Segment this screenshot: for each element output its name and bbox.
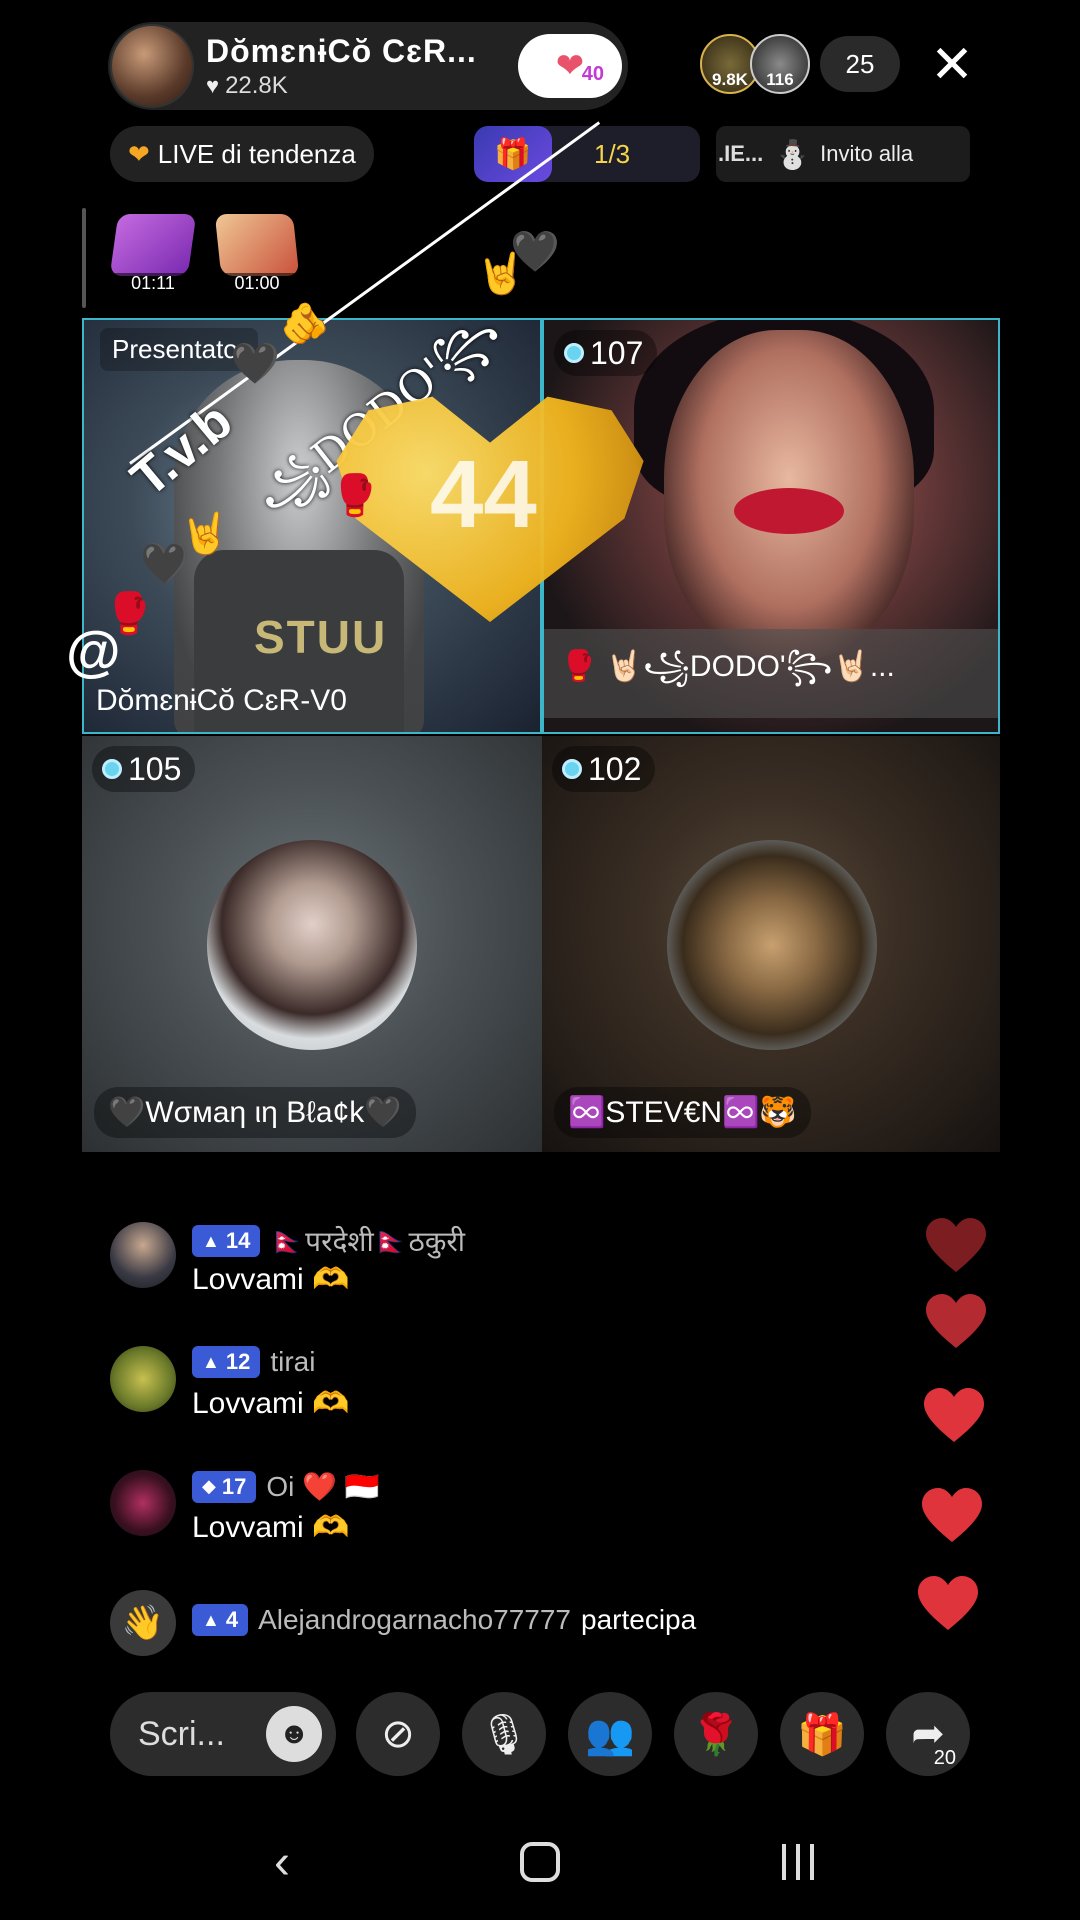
comment-text: Lovvami 🫶 (192, 1387, 350, 1420)
comment-avatar[interactable] (110, 1346, 176, 1412)
trending-live-tag[interactable]: ❤ LIVE di tendenza (110, 126, 374, 182)
mascot-icon: ⛄ (775, 138, 811, 170)
follow-badge-count: 40 (581, 63, 604, 85)
heart-icon: ❤ (128, 138, 150, 169)
join-text: partecipa (581, 1604, 697, 1635)
comment-text: Lovvami 🫶 (192, 1511, 350, 1544)
host-name: DŏmɛnɨCŏ CɛR... (206, 32, 477, 69)
top-viewers[interactable]: 9.8K 116 25 (700, 34, 900, 94)
level-badge: 102 (552, 746, 656, 792)
user-level-badge: ▲ 4 (192, 1604, 249, 1636)
microphone-button[interactable]: 🎙 (462, 1692, 546, 1776)
floating-heart-icon (926, 1218, 986, 1274)
floating-heart-icon (918, 1576, 978, 1632)
treasure-gift[interactable]: 01:11 (108, 214, 198, 294)
share-button[interactable]: ➦ 20 (886, 1692, 970, 1776)
level-icon: ▲ (202, 1351, 220, 1372)
tile-name: 🖤Wσмaη ιη Bℓa¢k🖤 (94, 1087, 416, 1138)
gift-button[interactable]: 🎁 (780, 1692, 864, 1776)
hearts-icon: ❤ (555, 47, 585, 85)
guest-tile[interactable]: 102 ♾️STEV€N♾️🐯 (542, 736, 1000, 1152)
microphone-icon: 🎙 (478, 1712, 530, 1757)
recents-nav-icon[interactable] (758, 1832, 838, 1892)
viewer-count[interactable]: 25 (820, 36, 900, 92)
follow-button[interactable]: ❤ 40 (518, 34, 622, 98)
rock-hand-icon: 🤘 (180, 512, 230, 556)
people-icon: 👥 (585, 1712, 635, 1757)
boxing-glove-icon: 🥊 (330, 474, 380, 518)
gem-icon (102, 759, 122, 779)
user-level-badge: ▲ 14 (192, 1225, 261, 1257)
gift-bag-icon (109, 214, 197, 276)
tile-name: ♾️STEV€N♾️🐯 (554, 1087, 811, 1138)
floating-heart-icon (922, 1488, 982, 1544)
viewer-avatar[interactable]: 116 (750, 34, 810, 94)
heart-hands-number: 44 (430, 441, 537, 548)
user-level-badge: ◆ 17 (192, 1470, 257, 1503)
rose-icon: 🌹 (691, 1712, 741, 1757)
boxing-glove-icon: 🥊 (104, 592, 154, 636)
gem-icon (562, 759, 582, 779)
guest-tile[interactable]: 105 🖤Wσмaη ιη Bℓa¢k🖤 (82, 736, 542, 1152)
host-profile-pill[interactable]: DŏmɛnɨCŏ CɛR... ♥ 22.8K ❤ 40 (108, 22, 628, 110)
heart-icon: ♥ (206, 72, 220, 98)
gift-icon: 🎁 (797, 1712, 847, 1757)
tile-name: 🥊 🤘🏻꧁DODO'꧂🤘🏻... (544, 629, 998, 718)
guest-avatar (667, 840, 877, 1050)
camera-off-button[interactable]: ⊘ (356, 1692, 440, 1776)
comment-avatar[interactable] (110, 1222, 176, 1288)
level-icon: ▲ (202, 1609, 220, 1630)
host-avatar[interactable] (110, 24, 194, 108)
black-heart-icon: 🖤 (230, 342, 280, 386)
side-panel-handle[interactable] (82, 208, 86, 308)
level-badge: 105 (92, 746, 196, 792)
comment-username[interactable]: tirai (270, 1346, 315, 1378)
level-icon: ▲ (202, 1230, 220, 1251)
back-nav-icon[interactable]: ‹ (242, 1832, 322, 1892)
floating-heart-icon (926, 1294, 986, 1350)
share-count: 20 (933, 1747, 956, 1769)
gift-box-icon (214, 214, 300, 276)
pointing-hand-icon: 🫵 (280, 302, 330, 346)
comment-input[interactable]: Scri... ☻ (110, 1692, 336, 1776)
invite-banner[interactable]: .IE... ⛄ Invito alla (716, 126, 970, 182)
ranking-icon: 🎁 (474, 126, 552, 182)
comment-username[interactable]: Oi ❤️ 🇮🇩 (266, 1470, 379, 1503)
comment-avatar[interactable] (110, 1470, 176, 1536)
comment-username[interactable]: Alejandrogarnacho77777 (258, 1604, 571, 1636)
floating-heart-icon (924, 1388, 984, 1444)
user-level-badge: ▲ 12 (192, 1346, 261, 1378)
rock-hand-icon: 🤘 (476, 252, 526, 296)
camera-off-icon: ⊘ (381, 1712, 415, 1756)
rose-gift-button[interactable]: 🌹 (674, 1692, 758, 1776)
home-nav-icon[interactable] (500, 1832, 580, 1892)
guests-button[interactable]: 👥 (568, 1692, 652, 1776)
ranking-text: 1/3 (594, 138, 631, 169)
level-badge: 107 (554, 330, 658, 376)
close-icon[interactable]: ✕ (925, 38, 979, 92)
treasure-gift[interactable]: 01:00 (212, 214, 302, 294)
comment-username[interactable]: 🇳🇵परदेशी🇳🇵ठकुरी (270, 1222, 465, 1260)
wave-icon: 👋 (110, 1590, 176, 1656)
comment-text: Lovvami 🫶 (192, 1263, 350, 1296)
host-likes-count: 22.8K (225, 71, 288, 99)
gem-icon (564, 343, 584, 363)
emoji-icon[interactable]: ☻ (266, 1706, 322, 1762)
ranking-pill[interactable]: 🎁 1/3 (474, 126, 700, 182)
level-icon: ◆ (202, 1476, 216, 1496)
guest-avatar (207, 840, 417, 1050)
tile-name: DŏmɛnɨCŏ CɛR-V0 (96, 684, 347, 717)
